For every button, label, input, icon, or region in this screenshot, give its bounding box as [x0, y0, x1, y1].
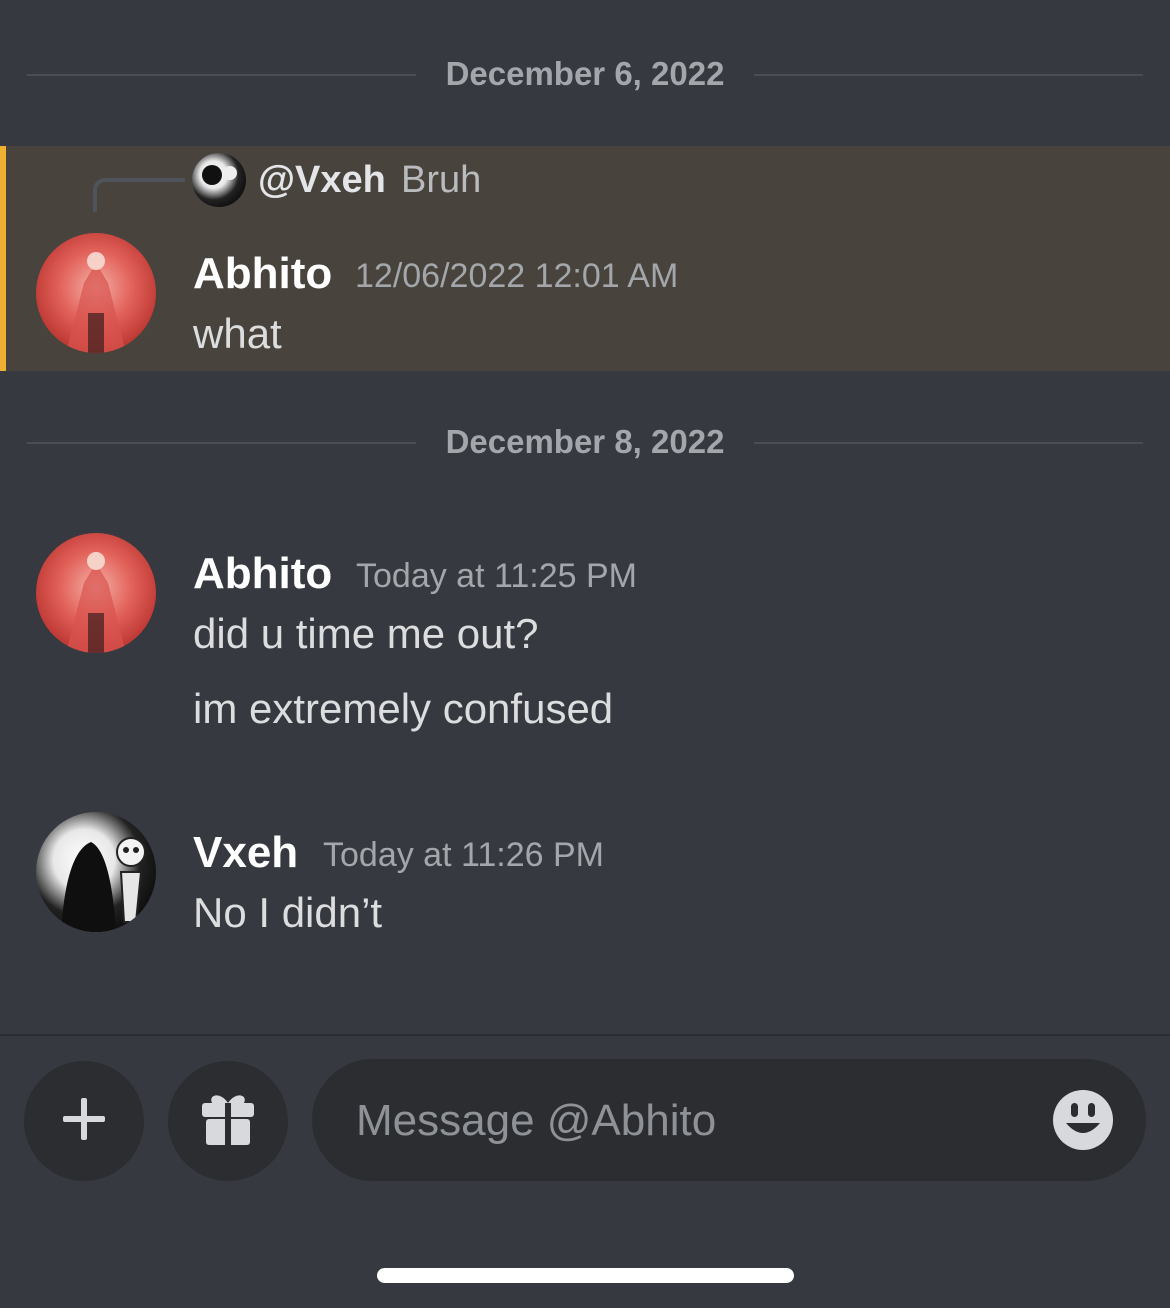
message-author[interactable]: Vxeh [193, 827, 298, 879]
emoji-icon [1052, 1090, 1114, 1155]
divider-line [754, 74, 1143, 76]
divider-line [754, 442, 1143, 444]
message-text: im extremely confused [193, 685, 614, 732]
gift-icon [198, 1089, 258, 1154]
user-avatar[interactable] [36, 533, 156, 653]
message-timestamp: Today at 11:25 PM [356, 557, 637, 595]
emoji-button[interactable] [1052, 1089, 1114, 1151]
message-text: what [193, 310, 282, 357]
date-divider-dec-8: December 8, 2022 [27, 422, 1143, 462]
reply-avatar[interactable] [192, 153, 246, 207]
reply-username[interactable]: @Vxeh [258, 157, 386, 203]
reply-preview-text[interactable]: Bruh [401, 157, 481, 203]
message-author[interactable]: Abhito [193, 248, 332, 300]
message-input-placeholder: Message @Abhito [356, 1096, 717, 1145]
composer-separator [0, 1034, 1170, 1036]
reply-connector [93, 178, 185, 212]
home-indicator[interactable] [377, 1268, 794, 1283]
message-timestamp: 12/06/2022 12:01 AM [355, 257, 679, 295]
date-divider-dec-6: December 6, 2022 [27, 54, 1143, 94]
user-avatar[interactable] [36, 233, 156, 353]
user-avatar[interactable] [36, 812, 156, 932]
message-author[interactable]: Abhito [193, 548, 332, 600]
gift-button[interactable] [168, 1061, 288, 1181]
message-timestamp: Today at 11:26 PM [323, 836, 604, 874]
message-text: No I didn’t [193, 889, 383, 936]
message-text: did u time me out? [193, 610, 539, 657]
plus-icon [61, 1096, 107, 1147]
message-input[interactable]: Message @Abhito [312, 1059, 1146, 1181]
add-attachment-button[interactable] [24, 1061, 144, 1181]
